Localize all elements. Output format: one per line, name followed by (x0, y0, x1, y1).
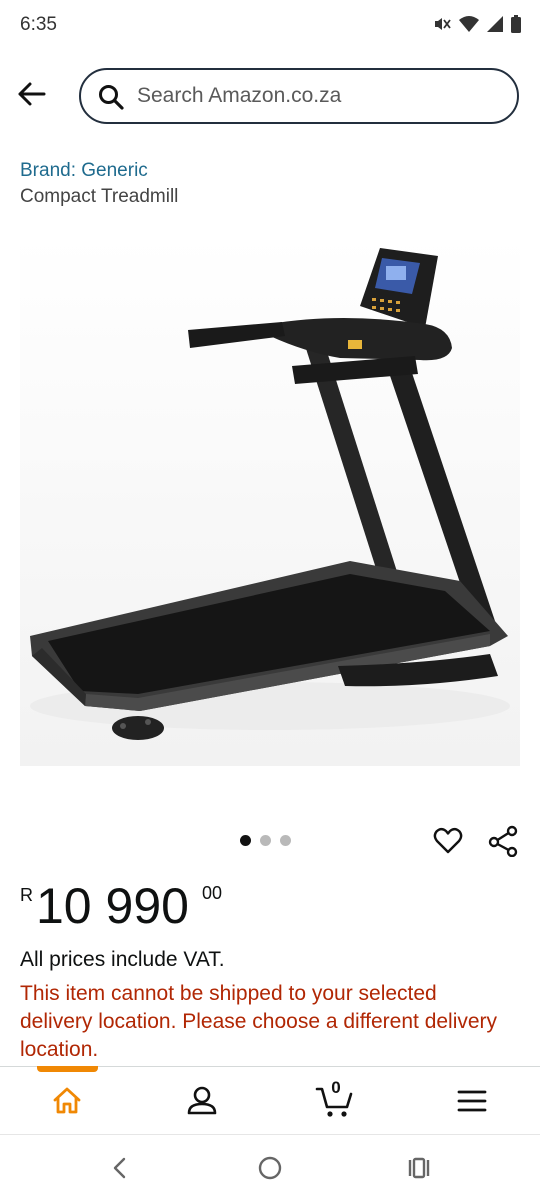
menu-icon (457, 1090, 487, 1112)
carousel-dot-2[interactable] (260, 835, 271, 846)
brand-link[interactable]: Brand: Generic (20, 160, 148, 182)
status-icons (432, 14, 522, 34)
bottom-nav: 0 (0, 1066, 540, 1135)
mute-icon (435, 18, 451, 30)
back-arrow-icon (18, 82, 46, 106)
system-back-icon (113, 1157, 126, 1179)
account-icon (187, 1086, 217, 1115)
product-image[interactable] (20, 236, 520, 766)
back-button[interactable] (14, 76, 50, 112)
cart-count: 0 (331, 1078, 341, 1097)
image-carousel-dots (240, 835, 291, 846)
search-box[interactable] (79, 68, 519, 124)
system-home-icon (258, 1156, 282, 1180)
price-whole: 10 990 (36, 878, 189, 934)
product-title: Compact Treadmill (20, 186, 179, 207)
system-home-button[interactable] (255, 1153, 285, 1183)
nav-account[interactable] (182, 1081, 222, 1121)
price-fraction: 00 (202, 883, 223, 903)
vat-note: All prices include VAT. (20, 948, 225, 971)
search-icon[interactable] (97, 83, 125, 111)
heart-icon (433, 827, 463, 854)
status-bar: 6:35 (0, 0, 540, 52)
search-input[interactable] (137, 78, 497, 114)
signal-icon (487, 16, 503, 32)
share-icon (488, 825, 518, 858)
shipping-warning: This item cannot be shipped to your sele… (20, 982, 498, 1061)
status-time: 6:35 (20, 14, 57, 35)
carousel-dot-3[interactable] (280, 835, 291, 846)
wifi-icon (459, 16, 479, 32)
active-tab-indicator (37, 1066, 98, 1072)
share-button[interactable] (488, 825, 520, 858)
system-nav-bar (0, 1134, 540, 1201)
battery-icon (511, 15, 521, 33)
system-back-button[interactable] (105, 1153, 135, 1183)
nav-menu[interactable] (452, 1081, 492, 1121)
carousel-dot-1[interactable] (240, 835, 251, 846)
nav-home[interactable] (47, 1081, 87, 1121)
search-row (0, 62, 540, 132)
price-currency: R (20, 885, 33, 905)
nav-cart[interactable]: 0 (315, 1078, 355, 1121)
treadmill-image (20, 236, 520, 766)
system-recents-icon (408, 1157, 430, 1179)
home-icon (53, 1087, 81, 1114)
wishlist-button[interactable] (432, 825, 464, 857)
system-recents-button[interactable] (404, 1153, 434, 1183)
